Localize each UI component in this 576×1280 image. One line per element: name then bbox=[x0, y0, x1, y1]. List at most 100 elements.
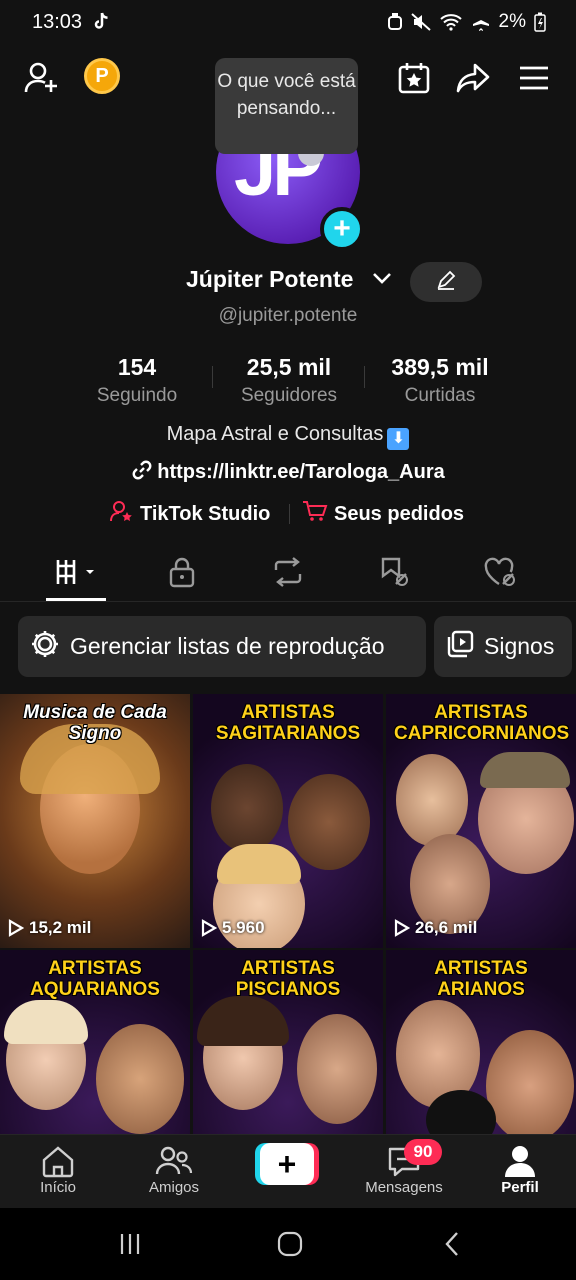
status-prompt-bubble[interactable]: O que você está pensando... bbox=[215, 58, 358, 154]
status-time: 13:03 bbox=[32, 10, 83, 33]
repost-icon bbox=[272, 556, 304, 592]
stat-likes[interactable]: 389,5 mil Curtidas bbox=[374, 354, 506, 407]
edit-profile-button[interactable] bbox=[410, 262, 482, 302]
person-image bbox=[96, 1024, 184, 1134]
video-title: ARTISTAS PISCIANOS bbox=[235, 958, 341, 1000]
view-count: 5.960 bbox=[201, 918, 265, 938]
wifi-icon bbox=[439, 13, 463, 31]
view-count-value: 26,6 mil bbox=[415, 918, 478, 937]
hair-image bbox=[217, 844, 301, 884]
video-thumbnail[interactable]: ARTISTAS ARIANOS bbox=[386, 950, 576, 1134]
bio: Mapa Astral e Consultas ⬇ bbox=[0, 423, 576, 450]
link-icon bbox=[131, 459, 153, 487]
person-image bbox=[297, 1014, 377, 1124]
divider bbox=[364, 366, 365, 388]
nav-profile-label: Perfil bbox=[501, 1179, 539, 1196]
bookmark-icon bbox=[378, 556, 410, 593]
mute-icon bbox=[410, 13, 431, 31]
profile-icon bbox=[472, 1143, 568, 1179]
recent-apps-icon[interactable] bbox=[110, 1230, 150, 1258]
tab-reposts[interactable] bbox=[258, 554, 318, 594]
manage-playlists-button[interactable]: Gerenciar listas de reprodução bbox=[18, 616, 426, 677]
gear-icon bbox=[30, 629, 60, 665]
nav-home[interactable]: Início bbox=[10, 1143, 106, 1196]
calendar-star-icon[interactable] bbox=[392, 56, 436, 100]
view-count-value: 5.960 bbox=[222, 918, 265, 937]
heart-icon bbox=[483, 556, 517, 593]
tab-private[interactable] bbox=[152, 554, 212, 594]
stat-value: 25,5 mil bbox=[246, 354, 332, 380]
video-thumbnail[interactable]: ARTISTAS CAPRICORNIANOS 26,6 mil bbox=[386, 694, 576, 948]
playlist-signos-label: Signos bbox=[484, 633, 555, 659]
share-icon[interactable] bbox=[451, 56, 495, 100]
stat-value: 154 bbox=[117, 354, 157, 380]
create-button[interactable]: + bbox=[255, 1143, 319, 1185]
person-image bbox=[396, 754, 468, 846]
stat-label: Curtidas bbox=[404, 385, 476, 406]
nav-profile[interactable]: Perfil bbox=[472, 1143, 568, 1196]
add-story-button[interactable]: + bbox=[320, 207, 364, 251]
creator-tools: TikTok Studio Seus pedidos bbox=[0, 500, 576, 526]
name-row: Júpiter Potente bbox=[0, 262, 576, 302]
chevron-down-icon[interactable] bbox=[372, 270, 392, 291]
bio-link[interactable]: https://linktr.ee/Tarologa_Aura bbox=[0, 459, 576, 487]
friends-icon bbox=[126, 1143, 222, 1179]
video-thumbnail[interactable]: ARTISTAS AQUARIANOS bbox=[0, 950, 190, 1134]
play-icon bbox=[201, 919, 217, 937]
person-image bbox=[288, 774, 370, 870]
playlist-icon bbox=[446, 630, 474, 664]
bio-text: Mapa Astral e Consultas bbox=[166, 423, 384, 445]
grid-icon bbox=[54, 557, 98, 592]
nav-friends-label: Amigos bbox=[148, 1179, 200, 1196]
coin-letter: P bbox=[95, 64, 109, 87]
tab-liked[interactable] bbox=[470, 554, 530, 594]
nav-messages-label: Mensagens bbox=[365, 1179, 443, 1196]
home-icon bbox=[10, 1143, 106, 1179]
pencil-icon bbox=[435, 269, 457, 296]
video-thumbnail[interactable]: Musica de Cada Signo 15,2 mil bbox=[0, 694, 190, 948]
stat-following[interactable]: 154 Seguindo bbox=[82, 354, 192, 407]
status-bar: 13:03 2% bbox=[0, 0, 576, 44]
content-tabs bbox=[0, 548, 576, 602]
video-thumbnail[interactable]: ARTISTAS PISCIANOS bbox=[193, 950, 383, 1134]
tab-videos[interactable] bbox=[46, 554, 106, 594]
status-prompt-text: O que você está pensando... bbox=[217, 71, 356, 119]
video-grid: Musica de Cada Signo 15,2 mil ARTISTAS S… bbox=[0, 694, 576, 1134]
playlist-row: Gerenciar listas de reprodução Signos bbox=[0, 616, 576, 678]
battery-icon bbox=[534, 12, 546, 32]
person-image bbox=[486, 1030, 574, 1134]
nav-friends[interactable]: Amigos bbox=[126, 1143, 222, 1196]
nav-home-label: Início bbox=[40, 1179, 76, 1196]
profile-stats: 154 Seguindo 25,5 mil Seguidores 389,5 m… bbox=[0, 354, 576, 414]
video-title: ARTISTAS AQUARIANOS bbox=[30, 958, 160, 1000]
menu-icon[interactable] bbox=[512, 56, 556, 100]
home-button-icon[interactable] bbox=[270, 1230, 310, 1258]
studio-label: TikTok Studio bbox=[140, 502, 271, 525]
playlist-signos-button[interactable]: Signos bbox=[434, 616, 572, 677]
divider bbox=[289, 504, 290, 524]
username-handle: @jupiter.potente bbox=[218, 305, 358, 326]
stat-followers[interactable]: 25,5 mil Seguidores bbox=[224, 354, 354, 407]
hair-image bbox=[197, 996, 289, 1046]
orders-button[interactable]: Seus pedidos bbox=[302, 500, 464, 528]
stat-value: 389,5 mil bbox=[391, 354, 489, 380]
tab-favorites[interactable] bbox=[364, 554, 424, 594]
coins-icon[interactable]: P bbox=[84, 58, 120, 94]
stat-label: Seguidores bbox=[240, 385, 338, 406]
studio-icon bbox=[110, 500, 134, 528]
alarm-icon bbox=[387, 13, 403, 31]
link-text: https://linktr.ee/Tarologa_Aura bbox=[157, 461, 445, 483]
divider bbox=[212, 366, 213, 388]
add-friend-icon[interactable] bbox=[20, 56, 64, 100]
stat-label: Seguindo bbox=[96, 385, 178, 406]
person-image bbox=[211, 764, 283, 852]
view-count-value: 15,2 mil bbox=[29, 918, 92, 937]
plus-icon: + bbox=[260, 1143, 314, 1185]
messages-badge: 90 bbox=[404, 1139, 442, 1165]
active-tab-indicator bbox=[46, 598, 106, 601]
tiktok-studio-button[interactable]: TikTok Studio bbox=[110, 500, 270, 528]
manage-playlists-label: Gerenciar listas de reprodução bbox=[70, 633, 385, 659]
back-icon[interactable] bbox=[432, 1230, 472, 1258]
video-thumbnail[interactable]: ARTISTAS SAGITARIANOS 5.960 bbox=[193, 694, 383, 948]
airplane-icon bbox=[471, 12, 491, 32]
